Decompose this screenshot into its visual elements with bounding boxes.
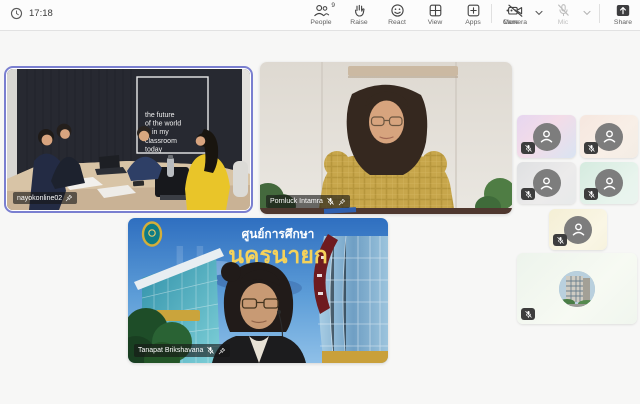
participant-thumbnail[interactable] — [580, 162, 638, 204]
participant-name-label: Tanapat Brikshavana — [134, 344, 230, 357]
apps-icon — [466, 3, 481, 18]
view-grid-icon — [428, 3, 443, 18]
muted-mic-badge — [584, 188, 598, 200]
avatar — [595, 169, 623, 197]
video-feed-meeting-room: the futureof the worldis in myclassroomt… — [7, 69, 250, 210]
chevron-down-icon — [535, 10, 543, 16]
mic-off-icon — [524, 190, 533, 199]
react-smiley-icon — [390, 3, 405, 18]
teams-meeting-window: 17:18 9 People Raise — [0, 0, 640, 404]
meeting-toolbar: 17:18 9 People Raise — [0, 0, 640, 31]
chevron-down-icon — [583, 10, 591, 16]
avatar — [533, 123, 561, 151]
participant-name: Tanapat Brikshavana — [138, 347, 203, 354]
people-label: People — [310, 19, 331, 26]
clock-icon — [10, 7, 23, 20]
participant-name-label: nayokonline02 — [13, 192, 77, 204]
timer-text: 17:18 — [29, 8, 53, 19]
avatar-building-photo — [559, 271, 595, 307]
mic-off-icon — [556, 236, 565, 245]
raise-hand-icon — [352, 3, 367, 18]
mic-off-icon — [524, 144, 533, 153]
meeting-timer: 17:18 — [10, 7, 53, 20]
video-feed-pornluck — [260, 62, 512, 214]
mic-off-icon — [587, 144, 596, 153]
mic-label: Mic — [558, 19, 569, 26]
view-button[interactable]: View — [420, 0, 450, 26]
participant-thumbnail[interactable] — [517, 115, 576, 158]
participant-thumbnail[interactable] — [517, 253, 637, 324]
pin-icon — [338, 198, 346, 206]
toolbar-divider — [491, 4, 492, 23]
mic-off-icon — [524, 310, 533, 319]
mic-off-icon — [587, 190, 596, 199]
mic-off-icon — [326, 197, 335, 206]
participant-thumbnail[interactable] — [517, 162, 576, 204]
participant-count-badge: 9 — [331, 2, 335, 9]
person-silhouette-icon — [601, 175, 618, 192]
avatar — [595, 123, 623, 151]
background-title-line1: ศูนย์การศึกษา — [242, 227, 315, 242]
building-photo-icon — [559, 271, 595, 307]
apps-label: Apps — [465, 19, 481, 26]
mic-off-icon — [206, 346, 215, 355]
participant-name-label: Pornluck Intamra — [266, 195, 350, 208]
mic-options-chevron[interactable] — [583, 0, 591, 23]
participant-thumbnail[interactable] — [549, 209, 607, 250]
react-label: React — [388, 19, 406, 26]
avatar — [533, 169, 561, 197]
muted-mic-badge — [521, 308, 535, 320]
video-tile-nayokonline02[interactable]: the futureof the worldis in myclassroomt… — [4, 66, 253, 213]
camera-off-icon — [507, 3, 524, 18]
avatar — [564, 216, 592, 244]
background-title-line2: นครนายก — [228, 242, 328, 268]
person-silhouette-icon — [538, 175, 555, 192]
muted-mic-badge — [584, 142, 598, 154]
muted-mic-badge — [521, 142, 535, 154]
meeting-room-scene: the futureof the worldis in myclassroomt… — [7, 69, 250, 210]
pin-icon — [65, 194, 73, 202]
camera-options-chevron[interactable] — [535, 0, 543, 23]
share-screen-icon — [615, 3, 631, 18]
muted-mic-badge — [553, 234, 567, 246]
apps-button[interactable]: Apps — [458, 0, 488, 26]
participant-thumbnail[interactable] — [580, 115, 638, 158]
mic-off-icon — [556, 3, 571, 18]
person-silhouette-icon — [601, 128, 618, 145]
raise-hand-button[interactable]: Raise — [344, 0, 374, 26]
video-tile-tanapat-brikshavana[interactable]: U — [128, 218, 388, 363]
mic-button[interactable]: Mic — [548, 0, 578, 26]
people-icon — [313, 3, 330, 18]
video-tile-pornluck-intamra[interactable]: Pornluck Intamra — [260, 62, 512, 214]
people-button[interactable]: 9 People — [306, 0, 336, 26]
person-silhouette-icon — [538, 128, 555, 145]
pin-icon — [218, 347, 226, 355]
video-feed-tanapat: U — [128, 218, 388, 363]
view-label: View — [428, 19, 443, 26]
person-silhouette-icon — [570, 221, 587, 238]
participant-name: nayokonline02 — [17, 195, 62, 202]
tanapat-virtual-background-scene: U — [128, 218, 388, 363]
share-button[interactable]: Share — [608, 0, 638, 26]
share-label: Share — [614, 19, 632, 26]
pornluck-scene — [260, 62, 512, 214]
toolbar-divider — [599, 4, 600, 23]
camera-button[interactable]: Camera — [500, 0, 530, 26]
react-button[interactable]: React — [382, 0, 412, 26]
muted-mic-badge — [521, 188, 535, 200]
raise-label: Raise — [350, 19, 367, 26]
participant-name: Pornluck Intamra — [270, 198, 323, 205]
camera-label: Camera — [503, 19, 527, 26]
